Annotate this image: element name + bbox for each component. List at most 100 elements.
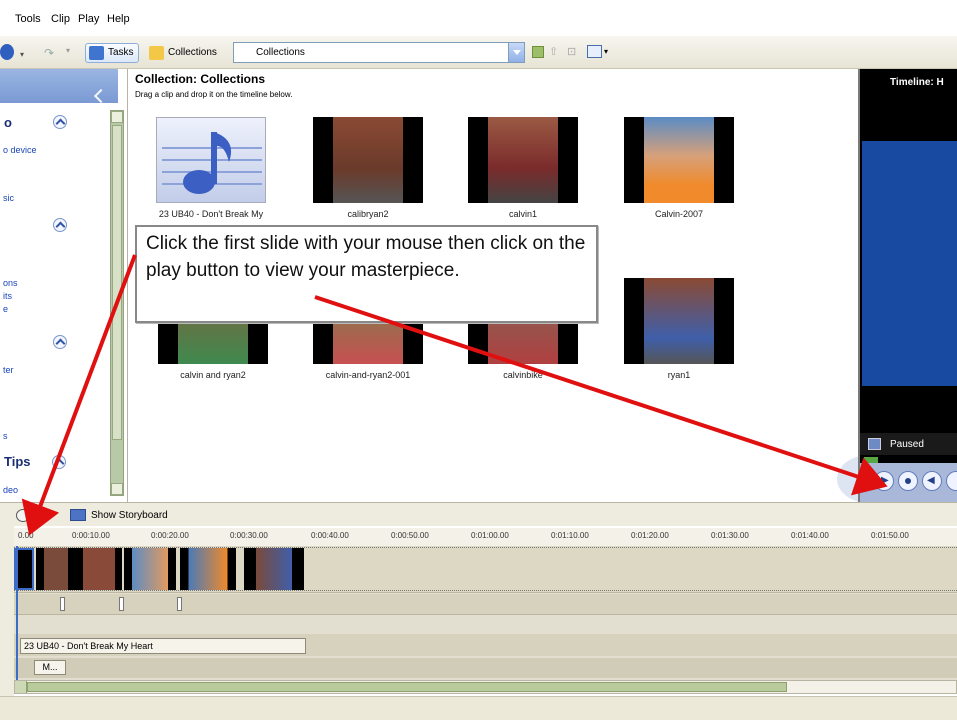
next-frame-button[interactable] — [946, 471, 957, 491]
collections-combo[interactable]: Collections — [233, 42, 525, 63]
tips-link[interactable]: deo — [3, 485, 18, 495]
instruction-callout: Click the first slide with your mouse th… — [135, 225, 598, 323]
menu-play[interactable]: Play — [78, 13, 99, 25]
views-icon[interactable] — [587, 45, 602, 58]
ruler-tick: 0:01:00.00 — [471, 531, 509, 540]
zoom-out-icon[interactable] — [36, 509, 50, 522]
collapse-icon[interactable] — [53, 115, 67, 129]
playback-controls: ▶ ◀ — [860, 463, 957, 502]
ruler-tick: 0:00:50.00 — [391, 531, 429, 540]
ruler-tick: 0:00:20.00 — [151, 531, 189, 540]
ruler-tick: 0:00:40.00 — [311, 531, 349, 540]
timeline-clip[interactable] — [36, 548, 76, 590]
ruler-tick: 0:01:40.00 — [791, 531, 829, 540]
timeline-toolbar: Show Storyboard — [0, 502, 957, 526]
show-storyboard-button[interactable]: Show Storyboard — [91, 510, 168, 521]
menu-tools[interactable]: Tools — [15, 13, 41, 25]
dropdown-arrow-icon[interactable]: ▾ — [20, 50, 24, 59]
ruler-tick: 0.00 — [18, 531, 34, 540]
transition-marker[interactable] — [177, 597, 182, 611]
timeline-clip[interactable] — [180, 548, 236, 590]
combo-dropdown-button[interactable] — [508, 42, 525, 63]
collections-button[interactable]: Collections — [145, 43, 222, 63]
storyboard-icon — [70, 509, 86, 521]
collection-icon[interactable] — [532, 46, 544, 58]
scroll-thumb[interactable] — [112, 125, 122, 440]
collapse-icon[interactable] — [53, 218, 67, 232]
ruler-tick: 0:01:20.00 — [631, 531, 669, 540]
transition-marker[interactable] — [60, 597, 65, 611]
task-link[interactable]: sic — [3, 193, 14, 203]
zoom-in-icon[interactable] — [16, 509, 30, 522]
tasks-pane: o o device sic ons its e ter s Tips deo — [0, 69, 128, 502]
clip-label: Calvin-2007 — [654, 209, 704, 219]
playhead[interactable] — [16, 546, 18, 680]
timeline-tracks: 23 UB40 - Don't Break My Heart M... — [14, 546, 957, 680]
menu-help[interactable]: Help — [107, 13, 130, 25]
timeline-clip[interactable] — [124, 548, 176, 590]
timeline-clip[interactable] — [244, 548, 304, 590]
timeline-ruler[interactable]: 0.00 0:00:10.00 0:00:20.00 0:00:30.00 0:… — [14, 528, 957, 546]
status-text: Paused — [890, 439, 924, 450]
up-folder-icon[interactable]: ⇧ — [549, 45, 558, 58]
redo-icon[interactable]: ↷ — [44, 46, 54, 60]
new-folder-icon[interactable]: ⊡ — [567, 45, 576, 58]
clip-label: calvin1 — [508, 209, 537, 219]
scroll-thumb[interactable] — [27, 682, 787, 692]
ruler-tick: 0:01:10.00 — [551, 531, 589, 540]
timeline-clip[interactable] — [76, 548, 122, 590]
preview-monitor: Timeline: H Paused ▶ ◀ — [858, 69, 957, 502]
clip-thumbnail — [468, 117, 578, 203]
timeline-scrollbar[interactable] — [14, 680, 957, 694]
music-clip[interactable]: M... — [34, 660, 66, 675]
tasks-pane-header[interactable] — [0, 69, 118, 103]
task-link[interactable]: e — [3, 304, 8, 314]
timeline-track-headers — [0, 526, 14, 696]
tasks-scrollbar[interactable] — [110, 110, 124, 496]
music-note-icon — [162, 132, 262, 194]
tips-heading: Tips — [4, 454, 31, 469]
collapse-icon[interactable] — [53, 335, 67, 349]
status-bar — [0, 696, 957, 720]
scroll-left-button[interactable] — [15, 681, 27, 693]
preview-status-bar: Paused — [860, 433, 957, 455]
title-overlay-track: M... — [14, 658, 957, 678]
tasks-label: Tasks — [108, 47, 134, 58]
task-link[interactable]: ons — [3, 278, 18, 288]
clip-label: calvin and ryan2 — [180, 370, 246, 380]
task-link[interactable]: s — [3, 431, 8, 441]
undo-icon[interactable] — [0, 44, 14, 60]
task-link[interactable]: o device — [3, 145, 37, 155]
task-link[interactable]: its — [3, 291, 12, 301]
clip-label: calibryan2 — [347, 209, 389, 219]
preview-screen — [862, 141, 957, 386]
audio-clip[interactable]: 23 UB40 - Don't Break My Heart — [20, 638, 306, 654]
clip-label: calvin-and-ryan2-001 — [325, 370, 411, 380]
menu-clip[interactable]: Clip — [51, 13, 70, 25]
status-icon — [868, 438, 881, 450]
transition-marker[interactable] — [119, 597, 124, 611]
folder-icon — [149, 46, 164, 60]
ruler-tick: 0:00:30.00 — [230, 531, 268, 540]
section-heading: o — [4, 115, 12, 130]
transition-track — [14, 594, 957, 615]
ruler-tick: 0:01:30.00 — [711, 531, 749, 540]
combo-value: Collections — [256, 47, 305, 58]
tasks-button[interactable]: Tasks — [85, 43, 139, 63]
clip-thumbnail — [624, 117, 734, 203]
scroll-up-button[interactable] — [111, 111, 123, 123]
previous-frame-button[interactable]: ◀ — [922, 471, 942, 491]
clip-thumbnail — [156, 117, 266, 203]
scroll-down-button[interactable] — [111, 483, 123, 495]
collections-label: Collections — [168, 47, 217, 58]
clip-label: calvinbike — [503, 370, 543, 380]
collapse-icon[interactable] — [52, 455, 66, 469]
play-button[interactable]: ▶ — [874, 471, 894, 491]
dropdown-arrow-icon[interactable]: ▾ — [66, 46, 70, 55]
stop-button[interactable] — [898, 471, 918, 491]
clip-label: ryan1 — [667, 370, 691, 380]
audio-track: 23 UB40 - Don't Break My Heart — [14, 634, 957, 656]
task-link[interactable]: ter — [3, 365, 14, 375]
clip-label: 23 UB40 - Don't Break My — [158, 209, 264, 219]
dropdown-arrow-icon[interactable]: ▾ — [604, 47, 608, 56]
